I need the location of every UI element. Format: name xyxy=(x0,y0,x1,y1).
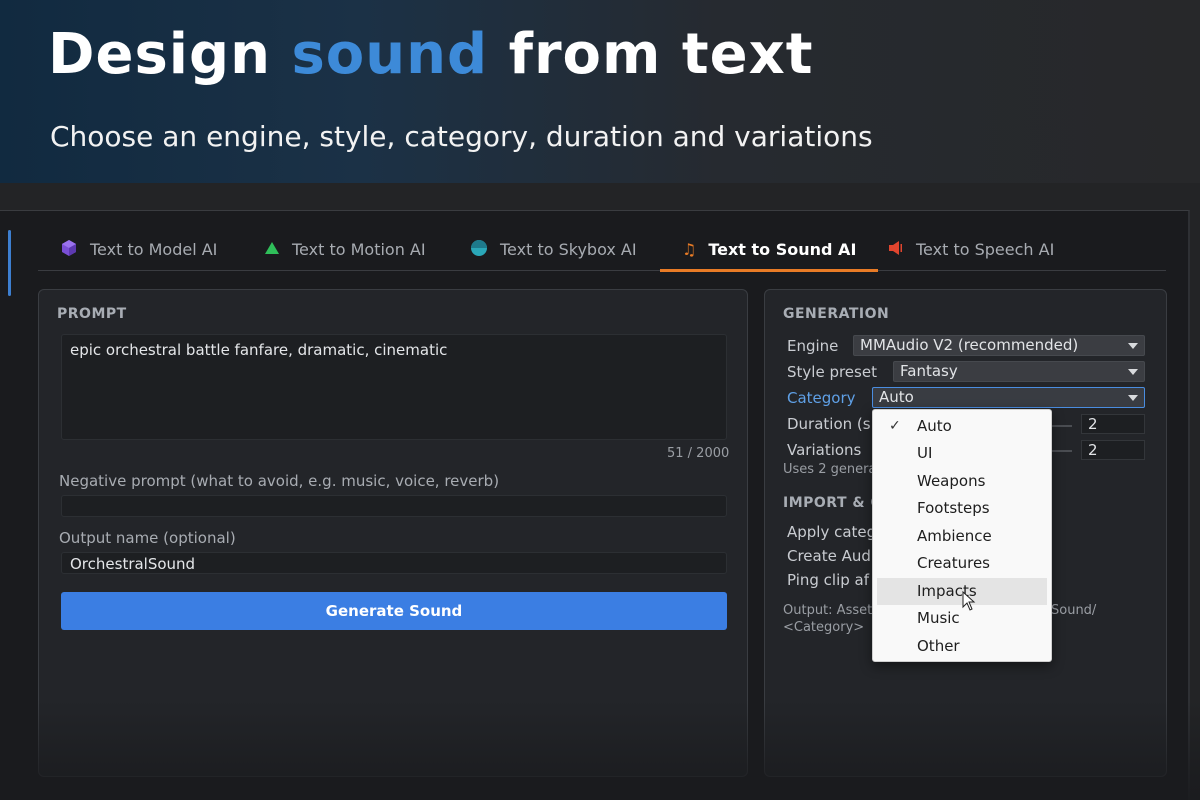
banner-subtitle: Choose an engine, style, category, durat… xyxy=(50,120,873,153)
cube-icon xyxy=(60,239,78,261)
banner-title-accent: sound xyxy=(291,22,489,87)
tab-label: Text to Sound AI xyxy=(708,240,857,259)
category-value: Auto xyxy=(879,388,914,406)
dropdown-item-label: Other xyxy=(917,637,960,655)
tab-label: Text to Motion AI xyxy=(292,240,426,259)
dropdown-item-weapons[interactable]: Weapons xyxy=(877,468,1047,495)
dropdown-item-creatures[interactable]: Creatures xyxy=(877,550,1047,577)
dropdown-item-footsteps[interactable]: Footsteps xyxy=(877,495,1047,522)
ping-clip-toggle[interactable]: Ping clip af xyxy=(787,571,869,589)
dropdown-item-label: Music xyxy=(917,609,960,627)
tab-text-to-skybox[interactable]: Text to Skybox AI xyxy=(470,229,637,270)
prompt-char-counter: 51 / 2000 xyxy=(667,446,730,461)
output-name-label: Output name (optional) xyxy=(59,529,236,547)
hero-banner: Design sound from text Choose an engine,… xyxy=(0,0,1200,183)
active-sidebar-indicator xyxy=(8,230,11,296)
tab-text-to-sound[interactable]: ♫ Text to Sound AI xyxy=(659,229,879,272)
tab-bar: Text to Model AI Text to Motion AI Text … xyxy=(38,229,1166,272)
output-path-category: <Category> xyxy=(783,620,865,635)
tab-label: Text to Skybox AI xyxy=(500,240,637,259)
dropdown-item-ui[interactable]: UI xyxy=(877,440,1047,467)
style-preset-select[interactable]: Fantasy xyxy=(893,361,1145,382)
variations-input[interactable]: 2 xyxy=(1081,440,1145,460)
dropdown-item-label: Auto xyxy=(917,417,952,435)
sphere-icon xyxy=(470,239,488,261)
variations-slider[interactable] xyxy=(1050,450,1072,452)
dropdown-item-label: Footsteps xyxy=(917,499,990,517)
speaker-icon xyxy=(888,240,904,260)
dropdown-item-ambience[interactable]: Ambience xyxy=(877,523,1047,550)
create-audio-toggle[interactable]: Create Aud xyxy=(787,547,871,565)
dropdown-item-label: Weapons xyxy=(917,472,986,490)
negative-prompt-label: Negative prompt (what to avoid, e.g. mus… xyxy=(59,472,500,490)
engine-select[interactable]: MMAudio V2 (recommended) xyxy=(853,335,1145,356)
category-select[interactable]: Auto xyxy=(872,387,1145,408)
output-path-end: Sound/ xyxy=(1051,603,1097,618)
duration-input[interactable]: 2 xyxy=(1081,414,1145,434)
engine-label: Engine xyxy=(787,337,839,355)
engine-value: MMAudio V2 (recommended) xyxy=(860,336,1079,354)
output-name-input[interactable]: OrchestralSound xyxy=(61,552,727,574)
dropdown-item-label: UI xyxy=(917,444,933,462)
banner-title: Design sound from text xyxy=(48,22,814,87)
dropdown-item-other[interactable]: Other xyxy=(877,633,1047,660)
duration-slider[interactable] xyxy=(1050,425,1072,427)
output-path-start: Output: Asset xyxy=(783,603,873,618)
negative-prompt-input[interactable] xyxy=(61,495,727,517)
variations-label: Variations xyxy=(787,441,862,459)
generate-sound-button[interactable]: Generate Sound xyxy=(61,592,727,630)
dropdown-item-label: Ambience xyxy=(917,527,992,545)
style-preset-label: Style preset xyxy=(787,363,877,381)
generation-heading: GENERATION xyxy=(783,306,890,322)
checkmark-icon: ✓ xyxy=(889,418,901,434)
category-dropdown-menu: ✓ Auto UI Weapons Footsteps Ambience Cre… xyxy=(872,409,1052,662)
banner-title-part1: Design xyxy=(48,22,271,87)
prompt-panel: PROMPT epic orchestral battle fanfare, d… xyxy=(38,289,748,777)
chevron-down-icon xyxy=(1128,395,1138,401)
duration-label: Duration (s xyxy=(787,415,871,433)
banner-title-part2: from text xyxy=(508,22,814,87)
category-label: Category xyxy=(787,389,856,407)
tab-text-to-model[interactable]: Text to Model AI xyxy=(60,229,217,270)
apply-category-toggle[interactable]: Apply categ xyxy=(787,523,876,541)
import-output-heading: IMPORT & O xyxy=(783,495,883,511)
tab-text-to-motion[interactable]: Text to Motion AI xyxy=(264,229,426,270)
tab-label: Text to Speech AI xyxy=(916,240,1055,259)
uses-generations-note: Uses 2 genera xyxy=(783,462,877,477)
dropdown-item-label: Creatures xyxy=(917,554,991,572)
style-preset-value: Fantasy xyxy=(900,362,958,380)
chevron-down-icon xyxy=(1128,343,1138,349)
triangle-icon xyxy=(264,240,280,259)
dropdown-item-auto[interactable]: ✓ Auto xyxy=(877,413,1047,440)
music-note-icon: ♫ xyxy=(682,240,697,259)
tab-text-to-speech[interactable]: Text to Speech AI xyxy=(888,229,1054,270)
prompt-heading: PROMPT xyxy=(57,306,127,322)
chevron-down-icon xyxy=(1128,369,1138,375)
prompt-textarea[interactable]: epic orchestral battle fanfare, dramatic… xyxy=(61,334,727,440)
mouse-pointer-icon xyxy=(962,590,976,615)
tab-label: Text to Model AI xyxy=(90,240,218,259)
